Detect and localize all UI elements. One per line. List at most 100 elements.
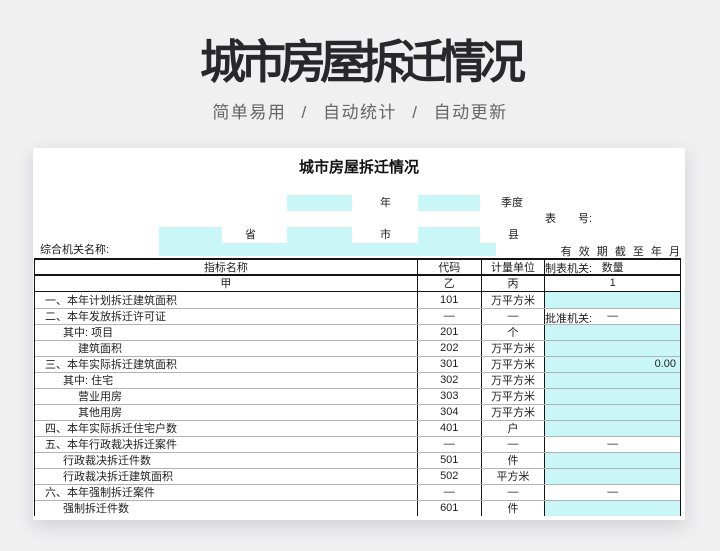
unit-cell: 件 xyxy=(481,501,545,516)
unit-cell: — xyxy=(481,309,545,324)
subheader-1: 1 xyxy=(544,276,680,291)
table-body: 一、本年计划拆迁建筑面积 101 万平方米 二、本年发放拆迁许可证 — — — … xyxy=(35,292,680,516)
quantity-cell[interactable] xyxy=(544,292,680,308)
hero-subtitle: 简单易用 / 自动统计 / 自动更新 xyxy=(0,98,720,123)
quantity-cell[interactable]: 0.00 xyxy=(544,357,680,372)
table-subheader-row: 甲 乙 丙 1 xyxy=(35,276,680,292)
quantity-cell[interactable] xyxy=(544,325,680,340)
code-cell: — xyxy=(417,309,481,324)
unit-cell: 万平方米 xyxy=(481,405,545,420)
unit-cell: 万平方米 xyxy=(481,357,545,372)
quantity-cell: — xyxy=(544,485,680,500)
page: 城市房屋拆迁情况 简单易用 / 自动统计 / 自动更新 城市房屋拆迁情况 表 号… xyxy=(0,0,720,551)
quantity-cell[interactable] xyxy=(544,341,680,356)
table-row: 强制拆迁件数 601 件 xyxy=(35,500,680,516)
indicator-name-cell: 建筑面积 xyxy=(35,341,417,356)
code-cell: 401 xyxy=(417,421,481,436)
quantity-cell[interactable] xyxy=(544,469,680,484)
province-label: 省 xyxy=(245,227,256,243)
table-header-row: 指标名称 代码 计量单位 数量 xyxy=(35,260,680,276)
subheader-yi: 乙 xyxy=(417,276,481,291)
quantity-cell[interactable] xyxy=(544,501,680,516)
indicator-name-cell: 其中: 住宅 xyxy=(35,373,417,388)
indicator-name-cell: 强制拆迁件数 xyxy=(35,501,417,516)
table-row: 营业用房 303 万平方米 xyxy=(35,388,680,404)
table-row: 五、本年行政裁决拆迁案件 — — — xyxy=(35,436,680,452)
indicator-name-cell: 营业用房 xyxy=(35,389,417,404)
table-row: 四、本年实际拆迁住宅户数 401 户 xyxy=(35,420,680,436)
header-unit: 计量单位 xyxy=(481,260,545,274)
unit-cell: 万平方米 xyxy=(481,373,545,388)
unit-cell: 个 xyxy=(481,325,545,340)
code-cell: 301 xyxy=(417,357,481,372)
subheader-jia: 甲 xyxy=(35,276,417,291)
county-label: 县 xyxy=(508,227,519,243)
table-row: 一、本年计划拆迁建筑面积 101 万平方米 xyxy=(35,292,680,308)
indicator-name-cell: 二、本年发放拆迁许可证 xyxy=(35,309,417,324)
unit-cell: 万平方米 xyxy=(481,341,545,356)
indicator-name-cell: 行政裁决拆迁件数 xyxy=(35,453,417,468)
table-row: 行政裁决拆迁建筑面积 502 平方米 xyxy=(35,468,680,484)
year-input-cell[interactable] xyxy=(287,195,352,211)
agency-label: 综合机关名称: xyxy=(40,242,109,258)
table-row: 建筑面积 202 万平方米 xyxy=(35,340,680,356)
indicator-name-cell: 五、本年行政裁决拆迁案件 xyxy=(35,437,417,452)
quantity-cell[interactable] xyxy=(544,421,680,436)
form-title: 城市房屋拆迁情况 xyxy=(33,156,685,177)
indicator-name-cell: 四、本年实际拆迁住宅户数 xyxy=(35,421,417,436)
county-input-cell[interactable] xyxy=(418,227,480,243)
quarter-input-cell[interactable] xyxy=(418,195,480,211)
unit-cell: 平方米 xyxy=(481,469,545,484)
quarter-label: 季度 xyxy=(501,195,523,211)
indicator-name-cell: 其中: 项目 xyxy=(35,325,417,340)
unit-cell: 户 xyxy=(481,421,545,436)
indicator-name-cell: 三、本年实际拆迁建筑面积 xyxy=(35,357,417,372)
quantity-cell: — xyxy=(544,309,680,324)
province-input-cell[interactable] xyxy=(159,227,222,243)
city-input-cell[interactable] xyxy=(287,227,352,243)
code-cell: — xyxy=(417,485,481,500)
unit-cell: — xyxy=(481,437,545,452)
code-cell: 101 xyxy=(417,292,481,308)
validity-label: 有 效 期 截 至 年 月 xyxy=(561,243,682,259)
hero-title: 城市房屋拆迁情况 xyxy=(0,26,720,92)
indicator-name-cell: 六、本年强制拆迁案件 xyxy=(35,485,417,500)
code-cell: 304 xyxy=(417,405,481,420)
city-label: 市 xyxy=(380,227,391,243)
indicator-name-cell: 其他用房 xyxy=(35,405,417,420)
indicator-name-cell: 一、本年计划拆迁建筑面积 xyxy=(35,292,417,308)
table-row: 其中: 住宅 302 万平方米 xyxy=(35,372,680,388)
header-code: 代码 xyxy=(417,260,481,274)
quantity-cell[interactable] xyxy=(544,453,680,468)
table-row: 六、本年强制拆迁案件 — — — xyxy=(35,484,680,500)
quantity-cell[interactable] xyxy=(544,405,680,420)
code-cell: 201 xyxy=(417,325,481,340)
unit-cell: 万平方米 xyxy=(481,389,545,404)
agency-input-cell[interactable] xyxy=(159,243,496,256)
table-row: 行政裁决拆迁件数 501 件 xyxy=(35,452,680,468)
unit-cell: 件 xyxy=(481,453,545,468)
code-cell: 202 xyxy=(417,341,481,356)
unit-cell: — xyxy=(481,485,545,500)
quantity-cell[interactable] xyxy=(544,373,680,388)
table-row: 其中: 项目 201 个 xyxy=(35,324,680,340)
table-row: 其他用房 304 万平方米 xyxy=(35,404,680,420)
code-cell: 502 xyxy=(417,469,481,484)
quantity-cell[interactable] xyxy=(544,389,680,404)
indicator-name-cell: 行政裁决拆迁建筑面积 xyxy=(35,469,417,484)
subheader-bing: 丙 xyxy=(481,276,545,291)
year-label: 年 xyxy=(380,195,391,211)
table-no-label: 表 号: xyxy=(545,211,683,228)
table-row: 三、本年实际拆迁建筑面积 301 万平方米 0.00 xyxy=(35,356,680,372)
table-row: 二、本年发放拆迁许可证 — — — xyxy=(35,308,680,324)
code-cell: — xyxy=(417,437,481,452)
header-quantity: 数量 xyxy=(544,260,680,274)
quantity-cell: — xyxy=(544,437,680,452)
code-cell: 303 xyxy=(417,389,481,404)
form-card: 城市房屋拆迁情况 表 号: 制表机关: 批准机关: 批准文号: 有 效 期 截 … xyxy=(33,148,685,520)
indicator-table: 指标名称 代码 计量单位 数量 甲 乙 丙 1 一、本年计划拆迁建筑面积 101… xyxy=(34,258,681,516)
code-cell: 501 xyxy=(417,453,481,468)
code-cell: 601 xyxy=(417,501,481,516)
header-indicator: 指标名称 xyxy=(35,260,417,274)
unit-cell: 万平方米 xyxy=(481,292,545,308)
